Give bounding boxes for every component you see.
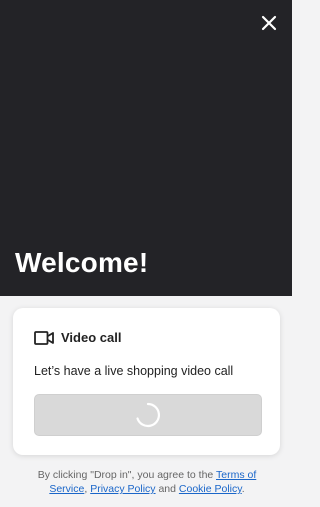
drop-in-widget: Welcome! Video call Let’s have a live sh… (0, 0, 292, 507)
video-camera-icon (34, 330, 54, 345)
close-icon (261, 15, 277, 31)
drop-in-button[interactable] (34, 394, 262, 436)
loading-spinner-icon (134, 401, 162, 429)
welcome-title: Welcome! (15, 247, 149, 278)
video-call-card: Video call Let’s have a live shopping vi… (13, 308, 280, 455)
card-description: Let’s have a live shopping video call (34, 364, 234, 378)
legal-suffix: . (241, 483, 245, 495)
cookie-link[interactable]: Cookie Policy (179, 483, 242, 495)
hero-panel: Welcome! (0, 0, 292, 296)
legal-and: and (155, 483, 179, 495)
legal-notice: By clicking "Drop in", you agree to the … (30, 468, 264, 496)
privacy-link[interactable]: Privacy Policy (90, 483, 155, 495)
card-header: Video call (34, 330, 121, 345)
close-button[interactable] (258, 12, 280, 34)
card-title: Video call (61, 330, 122, 345)
legal-prefix: By clicking "Drop in", you agree to the (37, 469, 216, 481)
